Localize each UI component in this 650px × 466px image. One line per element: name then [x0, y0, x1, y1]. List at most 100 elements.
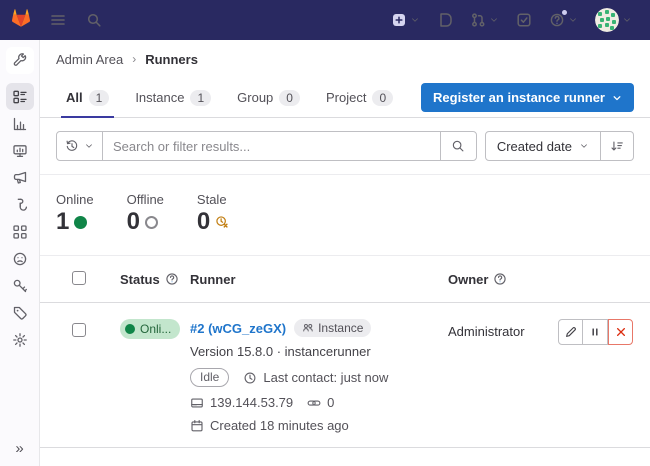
- frown-face-icon: [12, 251, 28, 267]
- sort-by-button[interactable]: Created date: [485, 131, 601, 161]
- runner-owner[interactable]: Administrator: [448, 324, 525, 339]
- help-button[interactable]: [547, 10, 580, 30]
- tab-all[interactable]: All 1: [56, 78, 119, 117]
- stat-offline: Offline 0: [127, 192, 164, 234]
- calendar-icon: [190, 419, 204, 433]
- merge-requests-button[interactable]: [468, 10, 501, 30]
- sidebar-item-labels[interactable]: [6, 299, 34, 326]
- idle-badge: Idle: [190, 368, 229, 387]
- breadcrumb: Admin Area › Runners: [40, 40, 650, 78]
- runner-type-tabs: All 1 Instance 1 Group 0 Project 0: [56, 78, 403, 117]
- sidebar-item-analytics[interactable]: [6, 110, 34, 137]
- sidebar-item-admin-area[interactable]: [6, 47, 34, 74]
- tab-count-badge: 1: [190, 90, 211, 106]
- merge-request-icon: [470, 12, 486, 28]
- sidebar-item-settings[interactable]: [6, 326, 34, 353]
- grid-icon: [12, 224, 28, 240]
- search-button[interactable]: [84, 10, 104, 30]
- pause-runner-button[interactable]: [583, 319, 608, 345]
- runner-link-count: 0: [327, 395, 334, 410]
- tab-label: All: [66, 90, 83, 105]
- edit-runner-button[interactable]: [558, 319, 583, 345]
- chevron-down-icon: [612, 93, 622, 103]
- labels-icon: [12, 305, 28, 321]
- sort-descending-icon: [610, 139, 624, 153]
- menu-toggle-button[interactable]: [48, 10, 68, 30]
- tab-label: Project: [326, 90, 366, 105]
- search-input[interactable]: [103, 132, 440, 160]
- new-menu-button[interactable]: [389, 10, 422, 30]
- sidebar-item-messages[interactable]: [6, 164, 34, 191]
- key-icon: [12, 278, 28, 294]
- register-instance-runner-button[interactable]: Register an instance runner: [421, 83, 634, 112]
- help-question-icon[interactable]: [165, 272, 179, 286]
- sidebar-item-credentials[interactable]: [6, 272, 34, 299]
- online-dot-icon: [125, 324, 135, 334]
- runner-status-badge[interactable]: Onli...: [120, 319, 180, 339]
- runner-ip-address: 139.144.53.79: [210, 395, 293, 410]
- gear-icon: [12, 332, 28, 348]
- delete-runner-button[interactable]: [608, 319, 633, 345]
- chevron-down-icon: [410, 15, 420, 25]
- tab-count-badge: 1: [89, 90, 110, 106]
- notification-dot: [562, 10, 567, 15]
- sidebar-item-overview[interactable]: [6, 83, 34, 110]
- stat-value: 1: [56, 210, 69, 234]
- search-submit-button[interactable]: [440, 132, 476, 160]
- top-navbar: [0, 0, 650, 40]
- sort-direction-button[interactable]: [601, 131, 634, 161]
- breadcrumb-admin-area-link[interactable]: Admin Area: [56, 52, 123, 67]
- chevron-down-icon: [489, 15, 499, 25]
- monitor-icon: [12, 143, 28, 159]
- wrench-icon: [12, 53, 28, 69]
- todos-button[interactable]: [514, 10, 534, 30]
- stat-label: Online: [56, 192, 94, 207]
- tab-instance[interactable]: Instance 1: [125, 78, 221, 117]
- double-chevron-right-icon: »: [15, 440, 23, 457]
- filtered-search: [56, 131, 477, 161]
- user-menu-button[interactable]: [593, 6, 634, 34]
- select-all-checkbox[interactable]: [72, 271, 86, 285]
- tab-group[interactable]: Group 0: [227, 78, 310, 117]
- type-badge-label: Instance: [318, 321, 363, 335]
- last-contact-text: Last contact: just now: [263, 370, 388, 385]
- chevron-down-icon: [622, 15, 632, 25]
- sidebar-collapse-button[interactable]: »: [0, 439, 39, 458]
- runner-created-text: Created 18 minutes ago: [210, 418, 349, 433]
- chart-icon: [12, 116, 28, 132]
- status-badge-label: Onli...: [140, 322, 171, 336]
- search-history-button[interactable]: [57, 132, 103, 160]
- main-content: Admin Area › Runners All 1 Instance 1 Gr…: [40, 40, 650, 448]
- help-question-icon[interactable]: [493, 272, 507, 286]
- runner-actions: [558, 319, 634, 345]
- todo-check-icon: [516, 12, 532, 28]
- select-runner-checkbox[interactable]: [72, 323, 86, 337]
- runner-stats: Online 1 Offline 0 Stale 0: [40, 175, 650, 256]
- sidebar-item-system-hooks[interactable]: [6, 191, 34, 218]
- sidebar-item-abuse-reports[interactable]: [6, 245, 34, 272]
- sidebar-item-applications[interactable]: [6, 218, 34, 245]
- register-button-label: Register an instance runner: [433, 90, 605, 105]
- sort-by-label: Created date: [497, 139, 572, 154]
- admin-sidebar: »: [0, 40, 40, 466]
- sidebar-item-monitoring[interactable]: [6, 137, 34, 164]
- issues-button[interactable]: [435, 10, 455, 30]
- tab-count-badge: 0: [279, 90, 300, 106]
- computer-icon: [190, 396, 204, 410]
- gitlab-logo[interactable]: [10, 7, 32, 34]
- hook-icon: [12, 197, 28, 213]
- chevron-down-icon: [84, 141, 94, 151]
- runner-link[interactable]: #2 (wCG_zeGX): [190, 321, 286, 336]
- runner-version-line: Version 15.8.0 · instancerunner: [190, 344, 448, 359]
- search-icon: [86, 12, 102, 28]
- offline-circle-icon: [145, 216, 158, 229]
- megaphone-icon: [12, 170, 28, 186]
- runner-tabs-row: All 1 Instance 1 Group 0 Project 0 Regis…: [40, 78, 650, 118]
- pause-icon: [589, 326, 601, 338]
- tab-label: Group: [237, 90, 273, 105]
- tab-project[interactable]: Project 0: [316, 78, 403, 117]
- breadcrumb-separator: ›: [132, 52, 136, 66]
- sort-controls: Created date: [485, 131, 634, 161]
- chevron-down-icon: [568, 15, 578, 25]
- link-icon: [307, 396, 321, 410]
